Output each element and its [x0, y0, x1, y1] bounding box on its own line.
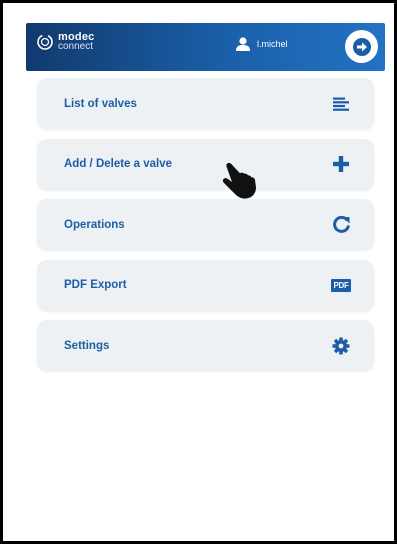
- menu-item-label: Operations: [64, 218, 125, 231]
- pdf-icon: PDF: [330, 274, 352, 296]
- username: l.michel: [257, 39, 288, 49]
- menu-item-label: Add / Delete a valve: [64, 158, 173, 170]
- menu-item-settings[interactable]: Settings: [37, 320, 374, 371]
- gear-icon: [330, 335, 352, 357]
- app-frame: modec connect l.michel List of valves Ad…: [0, 0, 397, 544]
- menu-item-operations[interactable]: Operations: [37, 199, 374, 250]
- menu-item-label: List of valves: [64, 97, 137, 110]
- menu-item-list-of-valves[interactable]: List of valves: [37, 78, 374, 129]
- pdf-badge: PDF: [331, 278, 351, 292]
- menu-item-label: PDF Export: [64, 279, 127, 291]
- menu-item-add-delete-valve[interactable]: Add / Delete a valve: [37, 138, 374, 190]
- menu-item-label: Settings: [64, 339, 110, 352]
- list-icon: [330, 93, 352, 115]
- logout-button[interactable]: [345, 30, 378, 63]
- user-info[interactable]: l.michel: [235, 37, 288, 51]
- main-menu: List of valves Add / Delete a valve Oper…: [37, 78, 374, 381]
- top-bar: modec connect l.michel: [26, 23, 385, 71]
- plus-icon: [330, 153, 352, 175]
- app-logo: modec connect: [36, 32, 94, 52]
- refresh-icon: [330, 214, 352, 236]
- user-icon: [236, 37, 250, 51]
- logout-icon: [352, 37, 371, 56]
- hand-pointer-icon: [221, 161, 259, 206]
- logo-mark-icon: [37, 34, 53, 50]
- logo-product: connect: [58, 41, 94, 52]
- menu-item-pdf-export[interactable]: PDF Export PDF: [37, 259, 374, 311]
